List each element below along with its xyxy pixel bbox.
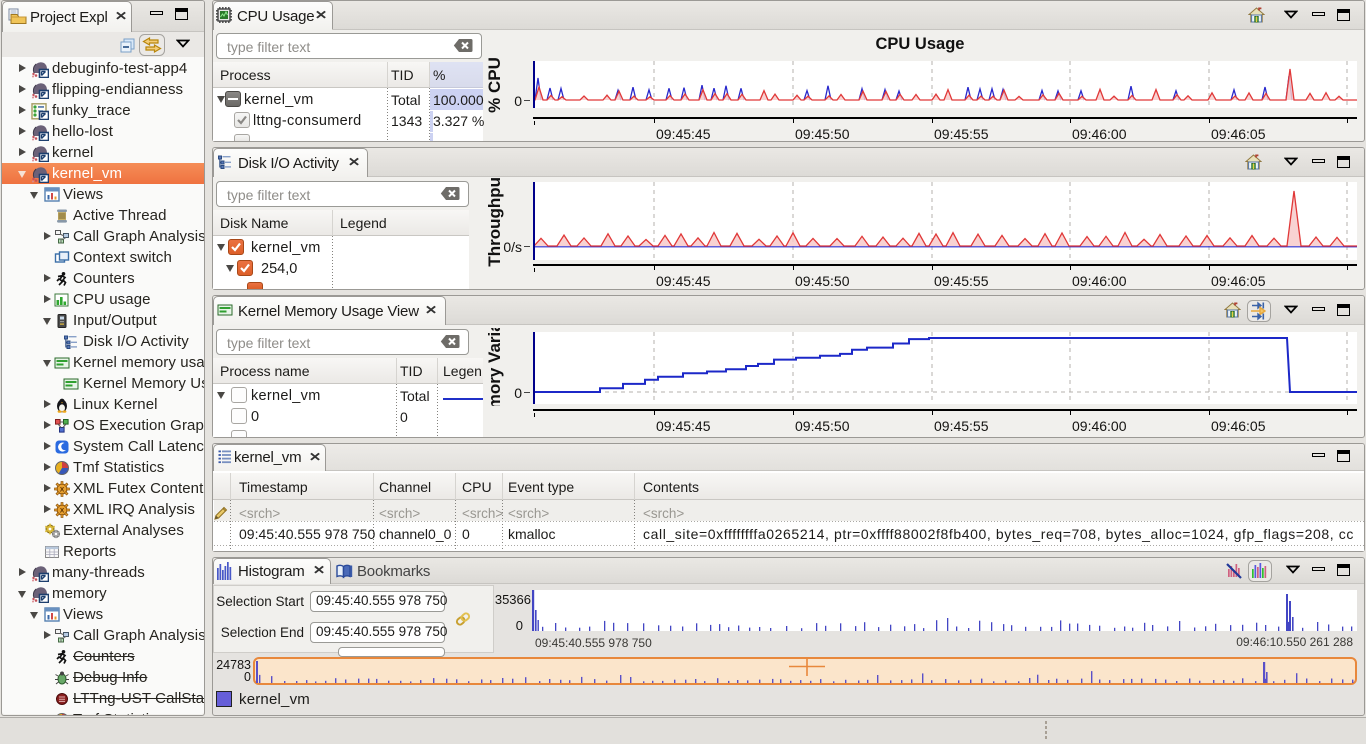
svg-text:X: X: [60, 487, 65, 494]
svg-text:X: X: [60, 508, 65, 515]
